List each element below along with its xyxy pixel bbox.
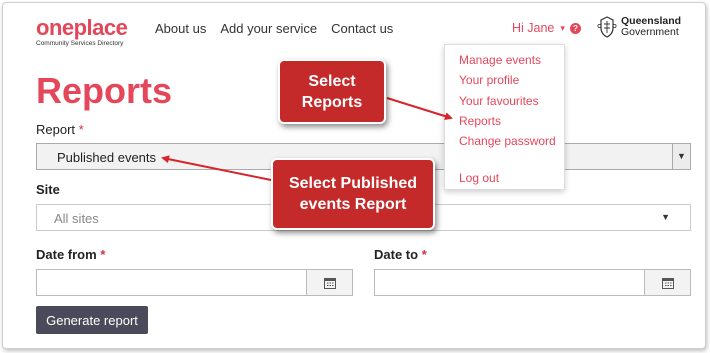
callout-line: Reports [301,93,363,111]
callout-select-reports: Select Reports [278,59,386,124]
arrow-to-published-events [161,155,272,181]
arrow-to-reports [386,97,453,121]
callout-select-published-events: Select Published events Report [271,158,435,230]
browser-frame: oneplace Community Services Directory Ab… [2,2,706,349]
callout-line: events Report [299,196,407,213]
callout-line: Select [308,72,356,90]
callout-line: Select Published [288,175,418,192]
